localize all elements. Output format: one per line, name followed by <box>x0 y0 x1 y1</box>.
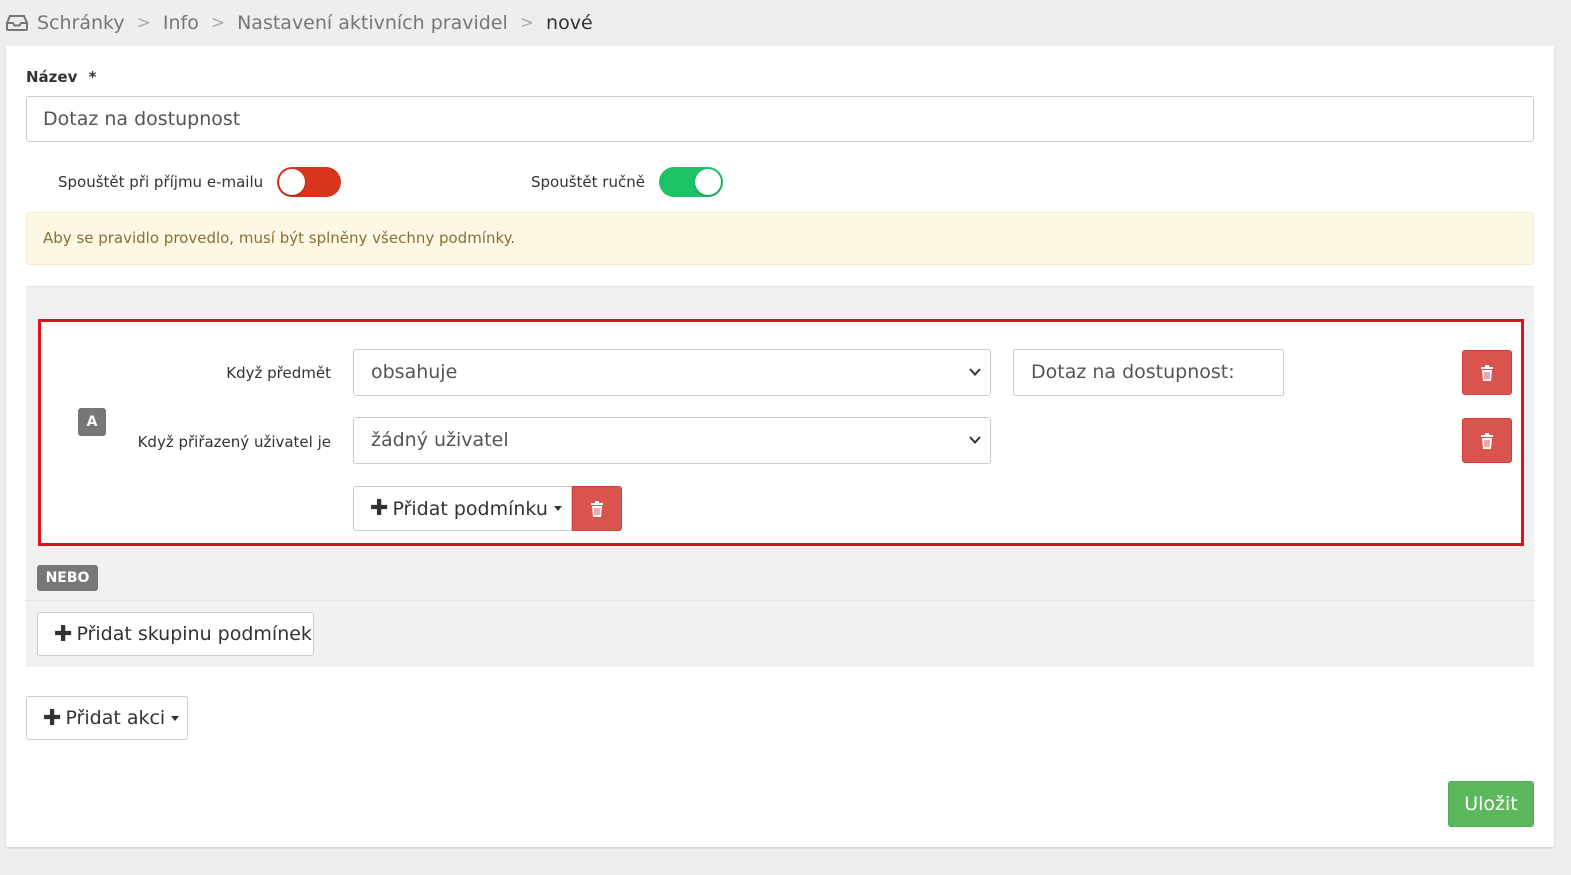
or-badge: NEBO <box>37 565 98 591</box>
subject-operator-select[interactable]: obsahuje <box>353 349 991 396</box>
assigned-user-value: žádný uživatel <box>371 429 509 451</box>
delete-group-button[interactable] <box>572 486 622 531</box>
trash-icon <box>591 500 603 517</box>
name-label: Název * <box>26 68 96 86</box>
divider <box>26 600 1534 601</box>
breadcrumb-separator: > <box>210 13 226 33</box>
plus-icon: ✚ <box>43 705 62 731</box>
plus-icon: ✚ <box>54 621 73 647</box>
condition-group-a: A Když předmět obsahuje Dotaz na dostupn… <box>38 319 1524 546</box>
toggle-manual-row: Spouštět ručně <box>531 167 723 197</box>
delete-condition-button[interactable] <box>1462 418 1512 463</box>
toggle-on-receive-switch[interactable] <box>277 167 342 197</box>
toggle-manual-label: Spouštět ručně <box>531 173 645 191</box>
breadcrumb-item-schranky[interactable]: Schránky <box>37 12 125 34</box>
add-action-label: Přidat akci <box>65 707 166 729</box>
breadcrumb: Schránky > Info > Nastavení aktivních pr… <box>0 0 1571 46</box>
subject-value-input[interactable]: Dotaz na dostupnost: <box>1013 349 1284 396</box>
add-condition-label: Přidat podmínku <box>392 497 548 520</box>
trash-icon <box>1481 432 1493 449</box>
assigned-user-select[interactable]: žádný uživatel <box>353 417 991 464</box>
condition-label-subject: Když předmět <box>226 364 331 382</box>
conditions-info-alert: Aby se pravidlo provedlo, musí být splně… <box>26 212 1534 265</box>
group-badge: A <box>78 408 106 436</box>
add-condition-button[interactable]: ✚ Přidat podmínku <box>353 486 572 531</box>
chevron-down-icon <box>969 436 981 444</box>
breadcrumb-item-rules-settings[interactable]: Nastavení aktivních pravidel <box>237 12 508 34</box>
add-group-label: Přidat skupinu podmínek <box>76 623 312 645</box>
plus-icon: ✚ <box>370 496 389 521</box>
toggle-on-receive-row: Spouštět při příjmu e-mailu <box>58 167 342 197</box>
toggle-manual-switch[interactable] <box>658 167 723 197</box>
name-input[interactable]: Dotaz na dostupnost <box>26 96 1534 142</box>
toggle-knob <box>279 169 306 195</box>
add-condition-group-button[interactable]: ✚ Přidat skupinu podmínek <box>37 612 314 656</box>
toggle-knob <box>694 169 721 195</box>
caret-down-icon <box>171 715 180 721</box>
name-label-text: Název <box>26 68 78 86</box>
subject-operator-value: obsahuje <box>371 361 458 383</box>
breadcrumb-item-info[interactable]: Info <box>163 12 199 34</box>
condition-label-assigned-user: Když přiřazený uživatel je <box>137 433 331 451</box>
save-button[interactable]: Uložit <box>1448 781 1534 827</box>
inbox-icon <box>6 15 28 31</box>
caret-down-icon <box>553 506 562 511</box>
conditions-area: A Když předmět obsahuje Dotaz na dostupn… <box>26 286 1534 667</box>
breadcrumb-separator: > <box>519 13 535 33</box>
breadcrumb-separator: > <box>136 13 151 33</box>
delete-condition-button[interactable] <box>1462 350 1512 395</box>
toggle-on-receive-label: Spouštět při příjmu e-mailu <box>58 173 264 191</box>
chevron-down-icon <box>969 368 981 376</box>
rule-form-panel: Název * Dotaz na dostupnost Spouštět při… <box>6 46 1554 847</box>
breadcrumb-item-current: nové <box>546 12 593 34</box>
required-mark: * <box>88 68 97 86</box>
trash-icon <box>1481 364 1493 381</box>
add-action-button[interactable]: ✚ Přidat akci <box>26 696 188 740</box>
